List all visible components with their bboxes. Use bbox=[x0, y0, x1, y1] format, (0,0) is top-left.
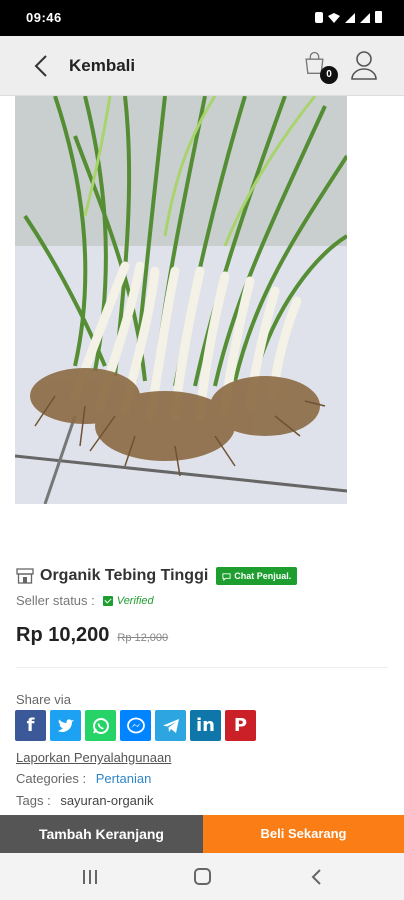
wifi-icon bbox=[328, 13, 340, 23]
battery-icon bbox=[375, 11, 382, 23]
share-linkedin-button[interactable]: in bbox=[190, 710, 221, 741]
status-time: 09:46 bbox=[26, 10, 62, 25]
chat-seller-label: Chat Penjual. bbox=[234, 571, 292, 581]
pinterest-icon: P bbox=[233, 715, 248, 736]
categories-row: Categories : Pertanian bbox=[16, 771, 151, 786]
product-old-price: Rp 12,000 bbox=[117, 632, 169, 644]
verified-check-icon bbox=[102, 595, 113, 606]
home-icon[interactable] bbox=[194, 868, 211, 885]
shop-name[interactable]: Organik Tebing Tinggi bbox=[40, 567, 208, 585]
back-button[interactable] bbox=[28, 52, 56, 80]
product-photo bbox=[15, 96, 347, 504]
twitter-icon bbox=[57, 718, 74, 732]
app-header: Kembali 0 bbox=[0, 36, 404, 96]
share-twitter-button[interactable] bbox=[50, 710, 81, 741]
chat-icon bbox=[222, 572, 231, 581]
share-buttons: f in P bbox=[15, 710, 256, 741]
status-icons bbox=[315, 11, 382, 23]
cart-count-badge: 0 bbox=[320, 66, 338, 84]
product-price: Rp 10,200 bbox=[16, 624, 110, 646]
share-label: Share via bbox=[16, 692, 71, 707]
account-button[interactable] bbox=[349, 50, 379, 82]
tag-link[interactable]: sayuran-organik bbox=[60, 793, 153, 808]
share-pinterest-button[interactable]: P bbox=[225, 710, 256, 741]
facebook-icon: f bbox=[26, 715, 35, 736]
cart-button[interactable]: 0 bbox=[302, 50, 338, 86]
report-abuse-link[interactable]: Laporkan Penyalahgunaan bbox=[16, 750, 171, 765]
header-title[interactable]: Kembali bbox=[69, 56, 135, 76]
user-icon bbox=[351, 51, 377, 80]
signal-icon-2 bbox=[360, 13, 370, 23]
tags-row: Tags : sayuran-organik bbox=[16, 793, 154, 808]
lock-icon bbox=[315, 12, 323, 23]
category-link[interactable]: Pertanian bbox=[96, 771, 152, 786]
chat-seller-button[interactable]: Chat Penjual. bbox=[216, 567, 298, 585]
system-nav-bar bbox=[0, 853, 404, 900]
store-icon bbox=[16, 568, 34, 584]
recent-apps-icon[interactable] bbox=[82, 870, 98, 884]
back-nav-icon[interactable] bbox=[308, 868, 324, 886]
product-image[interactable] bbox=[15, 96, 347, 504]
buy-now-button[interactable]: Beli Sekarang bbox=[203, 815, 404, 853]
signal-icon bbox=[345, 13, 355, 23]
price-row: Rp 10,200 Rp 12,000 bbox=[16, 624, 168, 647]
seller-status: Seller status : Verified bbox=[16, 593, 154, 608]
action-bar: Tambah Keranjang Beli Sekarang bbox=[0, 815, 404, 853]
status-bar: 09:46 bbox=[0, 0, 404, 36]
messenger-icon bbox=[126, 717, 145, 733]
share-telegram-button[interactable] bbox=[155, 710, 186, 741]
shop-row: Organik Tebing Tinggi Chat Penjual. bbox=[16, 567, 298, 585]
share-messenger-button[interactable] bbox=[120, 710, 151, 741]
tags-label: Tags : bbox=[16, 793, 51, 808]
categories-label: Categories : bbox=[16, 771, 87, 786]
add-to-cart-button[interactable]: Tambah Keranjang bbox=[0, 815, 203, 853]
chevron-left-icon bbox=[34, 55, 47, 77]
seller-status-value: Verified bbox=[116, 594, 154, 607]
share-whatsapp-button[interactable] bbox=[85, 710, 116, 741]
share-facebook-button[interactable]: f bbox=[15, 710, 46, 741]
linkedin-icon: in bbox=[196, 715, 215, 736]
divider bbox=[16, 667, 388, 668]
seller-status-label: Seller status : bbox=[16, 593, 95, 608]
whatsapp-icon bbox=[92, 717, 109, 734]
telegram-icon bbox=[162, 718, 179, 733]
